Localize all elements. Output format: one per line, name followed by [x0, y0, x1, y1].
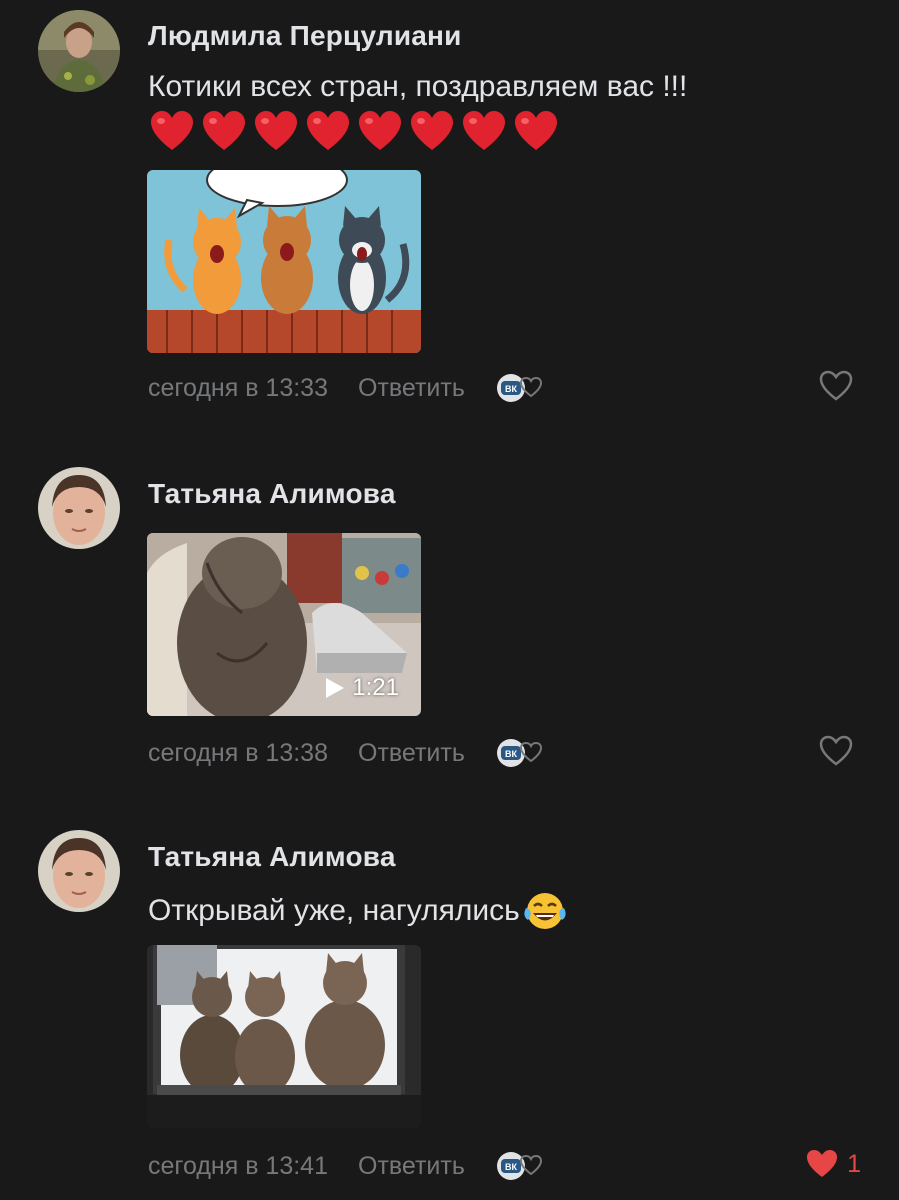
- vk-reaction-icon[interactable]: ВК: [495, 1150, 543, 1182]
- comment-author[interactable]: Татьяна Алимова: [148, 478, 396, 510]
- red-heart-emoji: [151, 111, 193, 150]
- play-icon: [326, 678, 345, 698]
- photo-attachment[interactable]: [147, 945, 421, 1128]
- comment-author[interactable]: Людмила Перцулиани: [148, 20, 462, 52]
- comment-timestamp[interactable]: сегодня в 13:41: [148, 1152, 328, 1181]
- svg-text:ВК: ВК: [505, 1162, 517, 1172]
- comment-author[interactable]: Татьяна Алимова: [148, 841, 396, 873]
- comment-emoji-row: [150, 110, 558, 152]
- comment-meta: сегодня в 13:38 Ответить ВК: [148, 737, 543, 769]
- red-heart-emoji: [515, 111, 557, 150]
- avatar[interactable]: [38, 10, 120, 92]
- avatar[interactable]: [38, 830, 120, 912]
- vk-reaction-icon[interactable]: ВК: [495, 372, 543, 404]
- svg-text:ВК: ВК: [505, 749, 517, 759]
- like-button[interactable]: [819, 735, 861, 767]
- comments-feed: Людмила Перцулиани Котики всех стран, по…: [0, 0, 899, 1200]
- comment-meta: сегодня в 13:41 Ответить ВК: [148, 1150, 543, 1182]
- video-duration: 1:21: [352, 674, 399, 701]
- photo-attachment[interactable]: [147, 170, 421, 353]
- red-heart-emoji: [307, 111, 349, 150]
- comment-text: Котики всех стран, поздравляем вас !!!: [148, 70, 688, 103]
- comment-text: Открывай уже, нагулялись: [148, 894, 520, 927]
- red-heart-emoji: [359, 111, 401, 150]
- heart-outline-icon: [819, 735, 853, 766]
- avatar[interactable]: [38, 467, 120, 549]
- laughing-tears-emoji: [524, 893, 566, 929]
- comment-text-row: Открывай уже, нагулялись: [148, 890, 568, 932]
- red-heart-emoji: [463, 111, 505, 150]
- reply-button[interactable]: Ответить: [358, 374, 465, 403]
- comment-timestamp[interactable]: сегодня в 13:33: [148, 374, 328, 403]
- red-heart-emoji: [203, 111, 245, 150]
- red-heart-emoji: [411, 111, 453, 150]
- vk-reaction-icon[interactable]: ВК: [495, 737, 543, 769]
- svg-text:ВК: ВК: [505, 384, 517, 394]
- like-button[interactable]: [819, 370, 861, 402]
- comment-meta: сегодня в 13:33 Ответить ВК: [148, 372, 543, 404]
- heart-outline-icon: [819, 370, 853, 401]
- like-button[interactable]: 1: [805, 1148, 861, 1180]
- reply-button[interactable]: Ответить: [358, 1152, 465, 1181]
- red-heart-emoji: [255, 111, 297, 150]
- reply-button[interactable]: Ответить: [358, 739, 465, 768]
- comment-timestamp[interactable]: сегодня в 13:38: [148, 739, 328, 768]
- heart-filled-icon: [807, 1150, 838, 1177]
- video-attachment[interactable]: 1:21: [147, 533, 421, 716]
- video-duration-badge: 1:21: [324, 674, 399, 702]
- like-count: 1: [847, 1149, 861, 1178]
